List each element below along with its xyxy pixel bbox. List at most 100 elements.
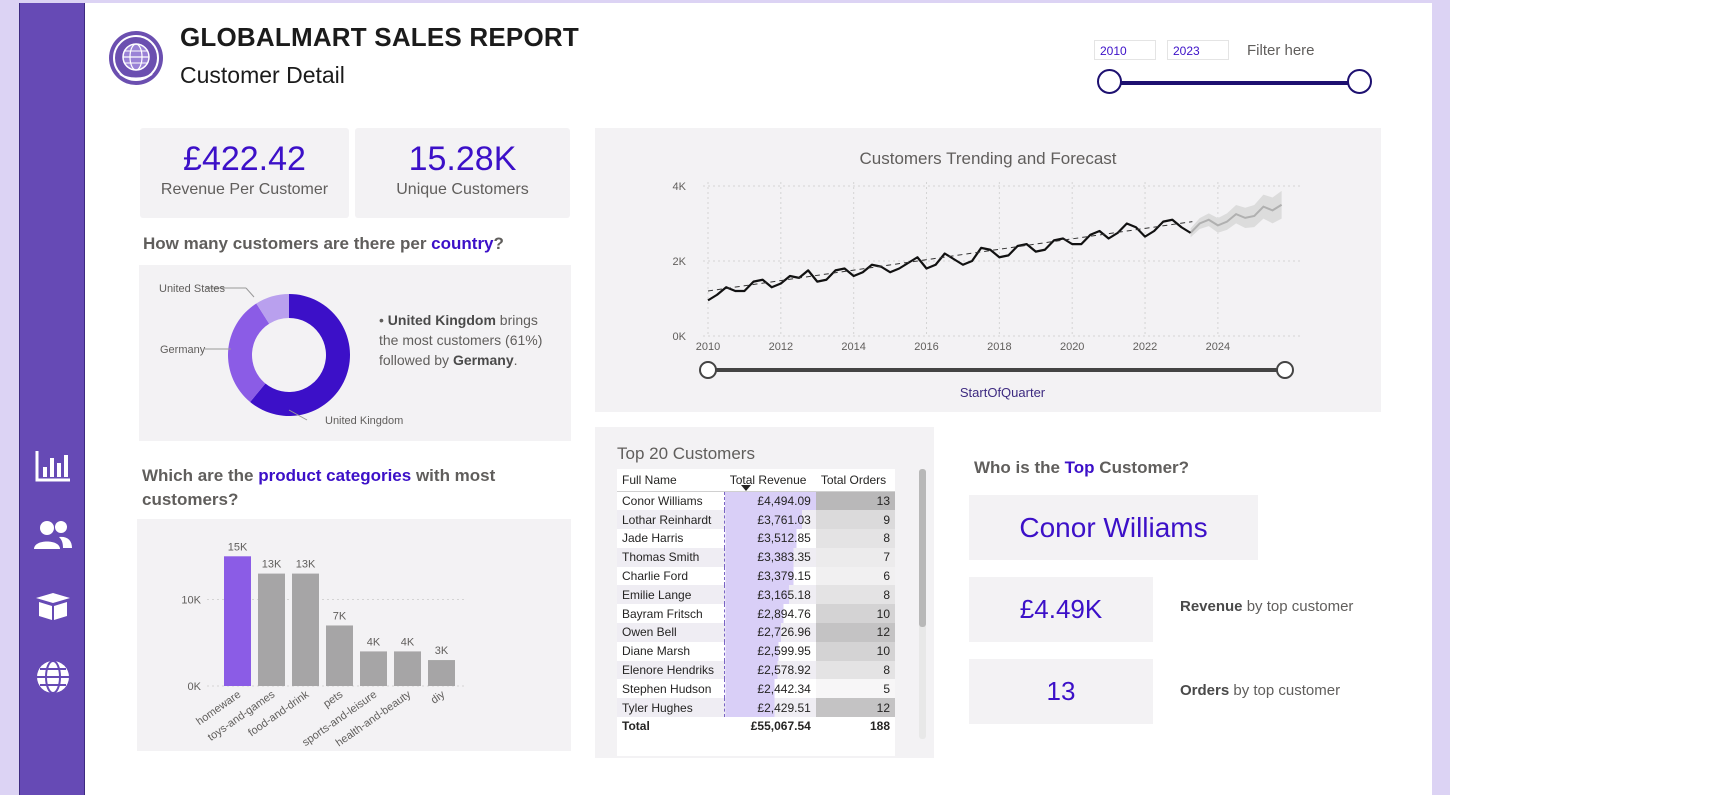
- total-orders: 188: [869, 719, 890, 734]
- donut-label-united-kingdom: United Kingdom: [325, 415, 403, 427]
- col-header-full-name[interactable]: Full Name: [617, 469, 725, 491]
- top-customer-orders-card: 13: [969, 659, 1153, 724]
- outer-left-margin: [0, 0, 19, 795]
- bar-toys-and-games[interactable]: [258, 573, 285, 686]
- date-range-end-handle[interactable]: [1276, 361, 1294, 379]
- category-bar-panel: 0K 10K 15K homeware 13K toys-and-games 13K food…: [137, 519, 571, 751]
- sort-desc-icon[interactable]: [741, 485, 751, 491]
- title-text: ?: [493, 234, 504, 253]
- bar-data-label: 13K: [262, 559, 282, 571]
- year-slider-track[interactable]: [1110, 81, 1360, 85]
- page-subtitle: Customer Detail: [180, 62, 345, 88]
- cell-full-name: Bayram Fritsch: [622, 606, 703, 621]
- table-row[interactable]: Conor Williams £4,494.09 13: [617, 491, 895, 511]
- country-question-title: How many customers are there per country…: [143, 234, 504, 254]
- table-row[interactable]: Bayram Fritsch £2,894.76 10: [617, 604, 895, 624]
- y-tick-label: 0K: [188, 681, 202, 693]
- table-row[interactable]: Lothar Reinhardt £3,761.03 9: [617, 510, 895, 530]
- year-to-input[interactable]: 2023: [1167, 40, 1229, 60]
- x-tick-label: 2024: [1206, 341, 1230, 353]
- cell-full-name: Stephen Hudson: [622, 681, 712, 696]
- globe-icon[interactable]: [30, 654, 76, 700]
- date-range-start-handle[interactable]: [699, 361, 717, 379]
- table-row[interactable]: Elenore Hendriks £2,578.92 8: [617, 660, 895, 680]
- table-title: Top 20 Customers: [617, 444, 755, 463]
- filter-label: Filter here: [1247, 42, 1315, 59]
- cell-total-revenue: £4,494.09: [724, 491, 816, 511]
- company-logo: [108, 30, 164, 91]
- cell-total-orders: 8: [815, 660, 895, 680]
- top-customer-revenue-card: £4.49K: [969, 577, 1153, 642]
- title-accent: Top: [1064, 458, 1095, 477]
- sidebar: [19, 3, 85, 795]
- cell-total-orders: 5: [815, 679, 895, 699]
- country-insight-text: • United Kingdom brings the most custome…: [379, 310, 559, 370]
- kpi-value: 15.28K: [408, 140, 517, 178]
- cell-total-revenue: £2,726.96: [724, 623, 816, 642]
- x-tick-label: 2016: [914, 341, 938, 353]
- year-slider-end-handle[interactable]: [1347, 69, 1372, 94]
- x-tick-label: pets: [321, 688, 345, 710]
- kpi-card-unique-customers: 15.28K Unique Customers: [355, 128, 570, 218]
- bar-data-label: 7K: [333, 610, 347, 622]
- x-tick-label: 2010: [696, 341, 720, 353]
- table-row[interactable]: Tyler Hughes £2,429.51 12: [617, 698, 895, 718]
- title-text: Who is the: [974, 458, 1065, 477]
- cell-total-orders: 10: [815, 641, 895, 661]
- x-tick-label: 2018: [987, 341, 1011, 353]
- top-customer-name: Conor Williams: [1019, 512, 1208, 543]
- cell-total-orders: 13: [815, 491, 895, 511]
- total-revenue: £55,067.54: [750, 719, 811, 734]
- title-text: Which are the: [142, 466, 259, 485]
- category-bar-chart: 0K10K15Khomeware13Ktoys-and-games13Kfood…: [181, 541, 467, 749]
- col-header-total-revenue[interactable]: Total Revenue: [725, 469, 816, 491]
- users-icon[interactable]: [30, 512, 76, 558]
- insight-country-2: Germany: [452, 352, 514, 368]
- cell-full-name: Charlie Ford: [622, 569, 689, 584]
- cell-total-revenue: £3,761.03: [724, 510, 816, 530]
- cell-total-revenue: £2,578.92: [724, 660, 816, 680]
- col-header-total-orders[interactable]: Total Orders: [816, 469, 895, 491]
- year-from-input[interactable]: 2010: [1094, 40, 1156, 60]
- kpi-value: £422.42: [183, 140, 306, 178]
- cell-full-name: Owen Bell: [622, 625, 677, 640]
- x-tick-label: diy: [429, 688, 448, 706]
- table-row[interactable]: Emilie Lange £3,165.18 8: [617, 585, 895, 605]
- table-row[interactable]: Thomas Smith £3,383.35 7: [617, 547, 895, 567]
- cell-total-revenue: £2,894.76: [724, 604, 816, 624]
- top-customer-revenue-value: £4.49K: [1019, 594, 1103, 624]
- bar-pets[interactable]: [326, 625, 353, 686]
- table-row[interactable]: Owen Bell £2,726.96 12: [617, 623, 895, 642]
- table-row[interactable]: Jade Harris £3,512.85 8: [617, 529, 895, 548]
- box-icon[interactable]: [30, 583, 76, 629]
- label-text: by top customer: [1229, 682, 1341, 699]
- title-text: How many customers are there per: [143, 234, 432, 253]
- bar-data-label: 13K: [296, 559, 316, 571]
- trend-line-chart: 0K 2K 4K 2010 2012 2014 2016 2018 2020 2022 2024: [673, 181, 1301, 379]
- table-scrollbar-track[interactable]: [919, 469, 926, 739]
- year-slider-start-handle[interactable]: [1097, 69, 1122, 94]
- table-row[interactable]: Stephen Hudson £2,442.34 5: [617, 679, 895, 699]
- table-row[interactable]: Charlie Ford £3,379.15 6: [617, 566, 895, 586]
- table-row[interactable]: Diane Marsh £2,599.95 10: [617, 641, 895, 661]
- bar-data-label: 4K: [401, 636, 415, 648]
- total-label: Total: [622, 719, 650, 734]
- cell-full-name: Tyler Hughes: [622, 700, 693, 715]
- cell-total-revenue: £3,379.15: [724, 566, 816, 586]
- bar-food-and-drink[interactable]: [292, 573, 319, 686]
- cell-total-revenue: £3,165.18: [724, 585, 816, 605]
- cell-full-name: Diane Marsh: [622, 644, 691, 659]
- bar-health-and-beauty[interactable]: [394, 651, 421, 686]
- leader-line: [245, 287, 255, 298]
- bar-sports-and-leisure[interactable]: [360, 651, 387, 686]
- cell-total-revenue: £2,599.95: [724, 641, 816, 661]
- bar-homeware[interactable]: [224, 556, 251, 686]
- cell-total-orders: 8: [815, 585, 895, 605]
- kpi-label: Unique Customers: [396, 181, 529, 198]
- donut-label-united-states: United States: [159, 283, 226, 295]
- label-text: by top customer: [1242, 598, 1354, 615]
- bar-chart-icon[interactable]: [30, 443, 76, 489]
- table-scrollbar-thumb[interactable]: [919, 469, 926, 627]
- bar-diy[interactable]: [428, 660, 455, 686]
- outer-top-margin: [0, 0, 1450, 3]
